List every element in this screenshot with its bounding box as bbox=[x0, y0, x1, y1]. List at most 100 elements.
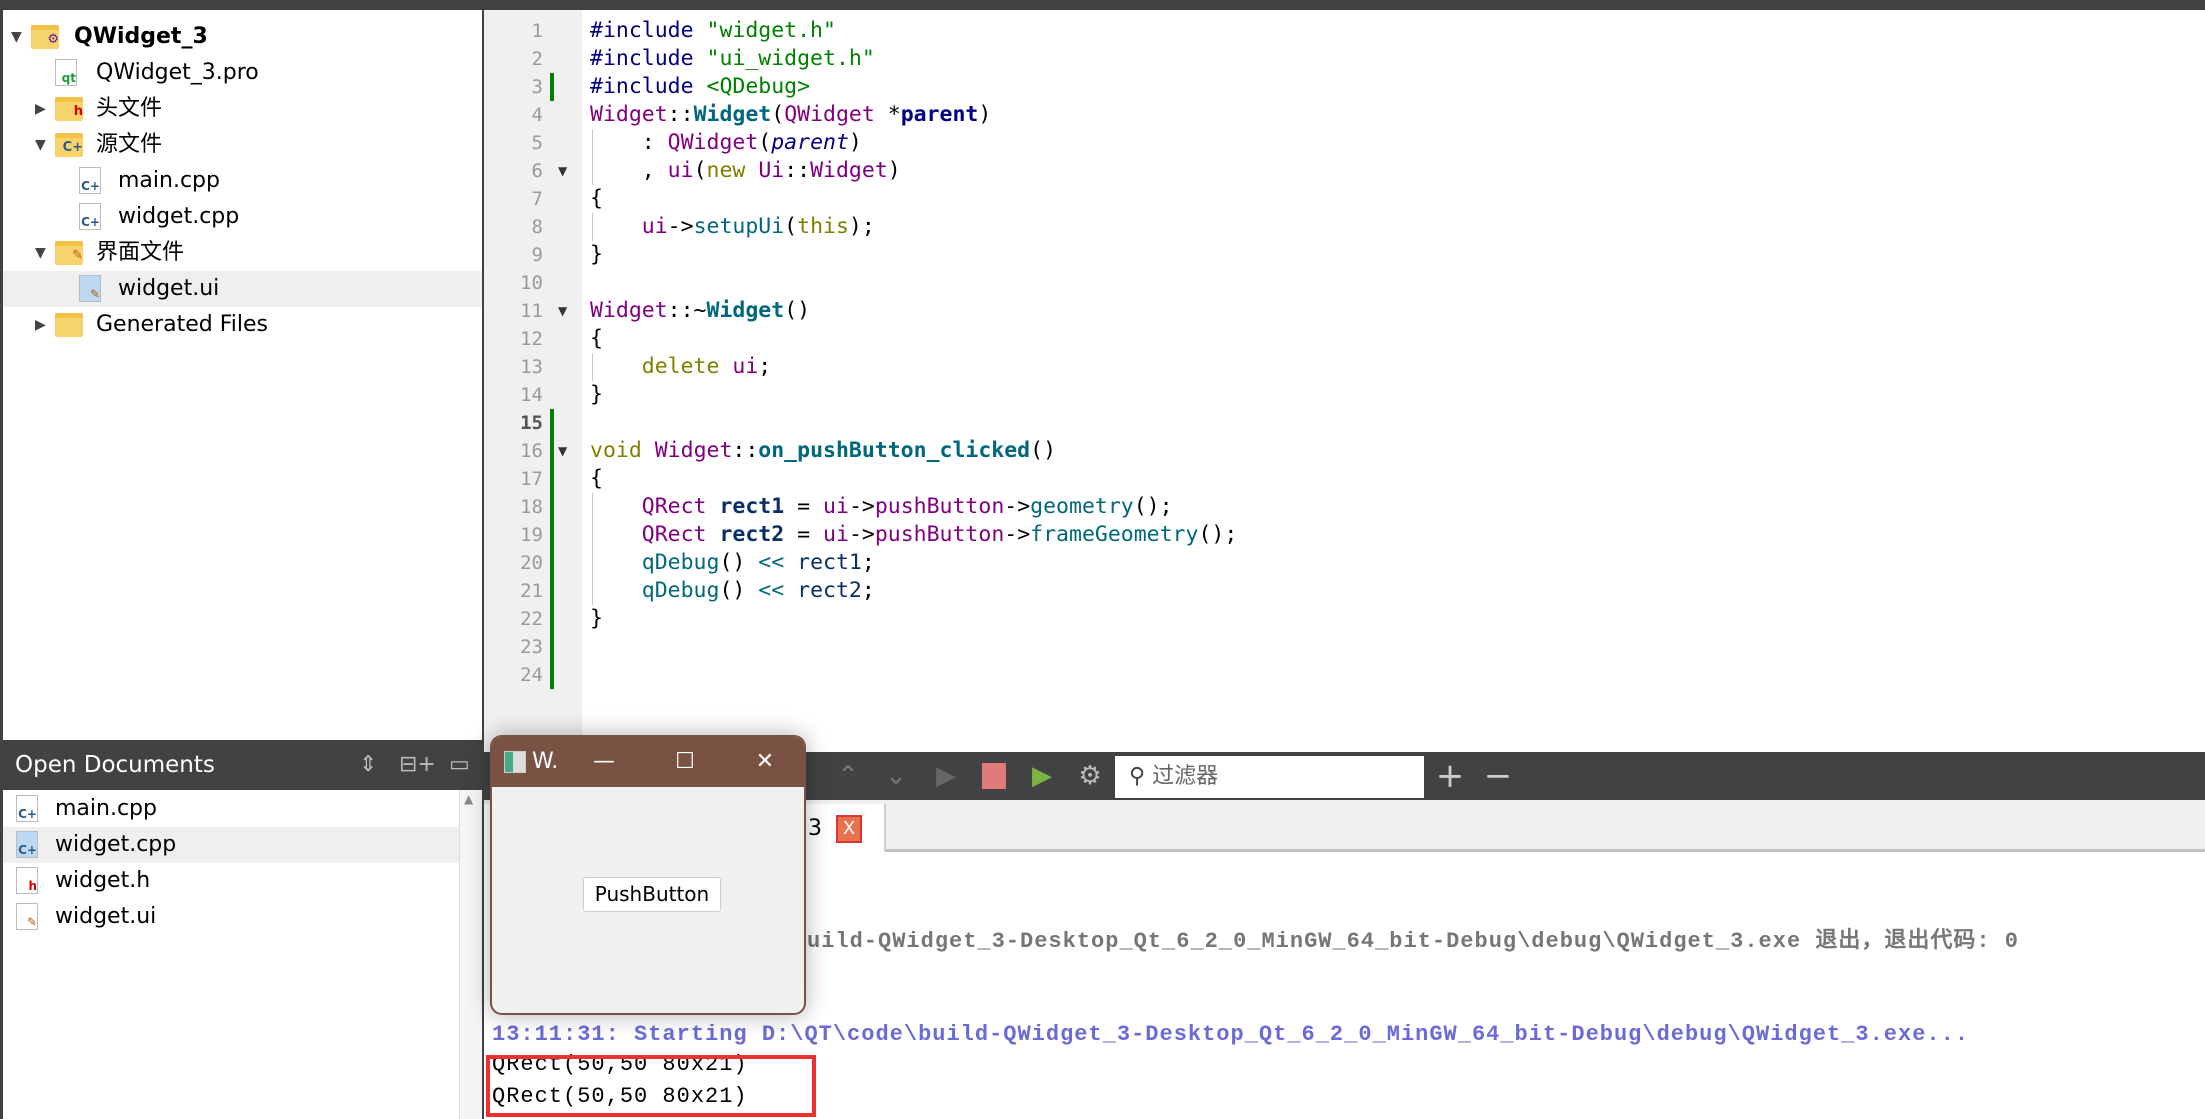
change-marker bbox=[550, 73, 554, 101]
app-window-titlebar[interactable]: W. — ☐ ✕ bbox=[492, 737, 804, 787]
line-number: 5 bbox=[531, 132, 543, 154]
tree-item[interactable]: ▶ Generated Files bbox=[3, 307, 482, 343]
expand-arrow-icon[interactable]: ▼ bbox=[35, 235, 46, 271]
code-token: (); bbox=[1133, 494, 1173, 519]
cpp-file-icon: C+ bbox=[16, 795, 38, 822]
code-token: () bbox=[719, 578, 759, 603]
tree-item[interactable]: ✎ widget.ui bbox=[3, 271, 482, 307]
cpp-file-icon: C+ bbox=[79, 167, 101, 194]
close-tab-icon[interactable]: X bbox=[836, 815, 862, 843]
debug-run-icon[interactable]: ▶ bbox=[1024, 760, 1060, 792]
sort-arrows-icon[interactable]: ⇕ bbox=[359, 752, 377, 778]
project-tree: ▼ ⚙ QWidget_3 qt QWidget_3.pro ▶ h 头文件 ▼ C+ 源文件 C+ m… bbox=[0, 10, 482, 740]
open-documents-scrollbar[interactable]: ▲ bbox=[459, 790, 482, 1119]
code-token: , bbox=[590, 158, 668, 183]
stop-icon[interactable] bbox=[976, 760, 1012, 792]
fold-arrow-icon[interactable]: ▼ bbox=[558, 157, 567, 185]
run-icon[interactable]: ▶ bbox=[928, 760, 964, 792]
tree-item[interactable]: ▼ ⚙ QWidget_3 bbox=[3, 19, 482, 55]
previous-icon[interactable]: ⌃ bbox=[830, 760, 866, 792]
line-number: 11 bbox=[520, 300, 543, 322]
code-token: { bbox=[590, 186, 603, 211]
expand-arrow-icon[interactable]: ▼ bbox=[35, 127, 46, 163]
change-marker bbox=[550, 577, 554, 605]
line-number: 19 bbox=[520, 524, 543, 546]
code-token: QRect bbox=[641, 522, 707, 547]
tree-item[interactable]: C+ main.cpp bbox=[3, 163, 482, 199]
code-line: qDebug() << rect1; bbox=[590, 549, 875, 577]
line-number: 4 bbox=[531, 104, 543, 126]
code-line: { bbox=[590, 325, 603, 353]
tree-item[interactable]: qt QWidget_3.pro bbox=[3, 55, 482, 91]
tree-item-label: QWidget_3 bbox=[74, 24, 208, 49]
gear-icon[interactable]: ⚙ bbox=[1072, 760, 1108, 792]
code-token: qDebug bbox=[641, 578, 720, 603]
line-number: 15 bbox=[520, 412, 543, 434]
collapse-arrow-icon[interactable]: ▶ bbox=[35, 91, 46, 127]
collapse-arrow-icon[interactable]: ▶ bbox=[35, 307, 46, 343]
line-number: 10 bbox=[520, 272, 543, 294]
tree-item-label: 源文件 bbox=[96, 132, 163, 157]
tree-item[interactable]: ▶ h 头文件 bbox=[3, 91, 482, 127]
fold-arrow-icon[interactable]: ▼ bbox=[558, 297, 567, 325]
code-token: ( bbox=[693, 158, 707, 183]
tree-item[interactable]: C+ widget.cpp bbox=[3, 199, 482, 235]
scroll-up-icon[interactable]: ▲ bbox=[464, 792, 473, 806]
line-number: 1 bbox=[531, 20, 543, 42]
code-token: QWidget bbox=[784, 102, 875, 127]
code-token: #include bbox=[590, 18, 707, 43]
code-token: QRect bbox=[641, 494, 707, 519]
next-icon[interactable]: ⌄ bbox=[878, 760, 914, 792]
code-editor[interactable]: 1 2 3 4 5 6 ▼ 7 8 9 10 11 ▼ 12 13 14 15 16 ▼ 17 18 19 20 21 22 23… bbox=[484, 10, 2205, 752]
line-number: 3 bbox=[531, 76, 543, 98]
tree-item[interactable]: ▼ ✎ 界面文件 bbox=[3, 235, 482, 271]
cpp-file-icon: C+ bbox=[79, 203, 101, 230]
fold-arrow-icon[interactable]: ▼ bbox=[558, 437, 567, 465]
open-document-item[interactable]: C+ main.cpp bbox=[3, 791, 461, 827]
code-token: ui bbox=[667, 158, 694, 183]
split-add-icon[interactable]: ⊟+ bbox=[399, 752, 436, 778]
change-marker bbox=[550, 633, 554, 661]
code-token: #include bbox=[590, 74, 707, 99]
code-token: -> bbox=[1004, 494, 1031, 519]
code-token: parent bbox=[900, 102, 979, 127]
code-token: :: bbox=[667, 102, 694, 127]
forms-folder-icon: ✎ bbox=[55, 241, 83, 265]
open-document-item[interactable]: h widget.h bbox=[3, 863, 461, 899]
code-line: : QWidget(parent) bbox=[590, 129, 862, 157]
exit-line: uild-QWidget_3-Desktop_Qt_6_2_0_MinGW_64… bbox=[807, 929, 2019, 954]
tree-item[interactable]: ▼ C+ 源文件 bbox=[3, 127, 482, 163]
push-button[interactable]: PushButton bbox=[583, 877, 721, 912]
maximize-button[interactable]: ☐ bbox=[665, 737, 705, 787]
code-token: -> bbox=[1004, 522, 1031, 547]
filter-placeholder: 过滤器 bbox=[1152, 764, 1219, 789]
tree-item-label: Generated Files bbox=[96, 312, 268, 337]
line-number: 16 bbox=[520, 440, 543, 462]
code-line: ui->setupUi(this); bbox=[590, 213, 875, 241]
zoom-out-button[interactable]: − bbox=[1480, 759, 1516, 793]
close-pane-icon[interactable]: ▭ bbox=[449, 752, 470, 778]
code-token: <QDebug> bbox=[706, 74, 811, 99]
tree-item-label: QWidget_3.pro bbox=[96, 60, 259, 85]
app-window[interactable]: W. — ☐ ✕ PushButton bbox=[490, 735, 806, 1015]
code-token: rect2 bbox=[719, 522, 785, 547]
change-marker bbox=[550, 521, 554, 549]
open-document-item[interactable]: C+ widget.cpp bbox=[3, 827, 461, 863]
line-number: 7 bbox=[531, 188, 543, 210]
zoom-in-button[interactable]: + bbox=[1432, 759, 1468, 793]
minimize-button[interactable]: — bbox=[584, 737, 624, 787]
expand-arrow-icon[interactable]: ▼ bbox=[11, 19, 22, 55]
code-token: qDebug bbox=[641, 550, 720, 575]
code-token: Widget bbox=[590, 298, 668, 323]
code-token: new bbox=[706, 158, 746, 183]
open-document-item[interactable]: ✎ widget.ui bbox=[3, 899, 461, 935]
code-token: } bbox=[590, 242, 603, 267]
line-number: 23 bbox=[520, 636, 543, 658]
code-line: QRect rect1 = ui->pushButton->geometry()… bbox=[590, 493, 1173, 521]
filter-input[interactable]: ⚲ 过滤器 bbox=[1115, 756, 1424, 798]
close-button[interactable]: ✕ bbox=[745, 737, 785, 787]
code-token: parent bbox=[771, 130, 849, 155]
